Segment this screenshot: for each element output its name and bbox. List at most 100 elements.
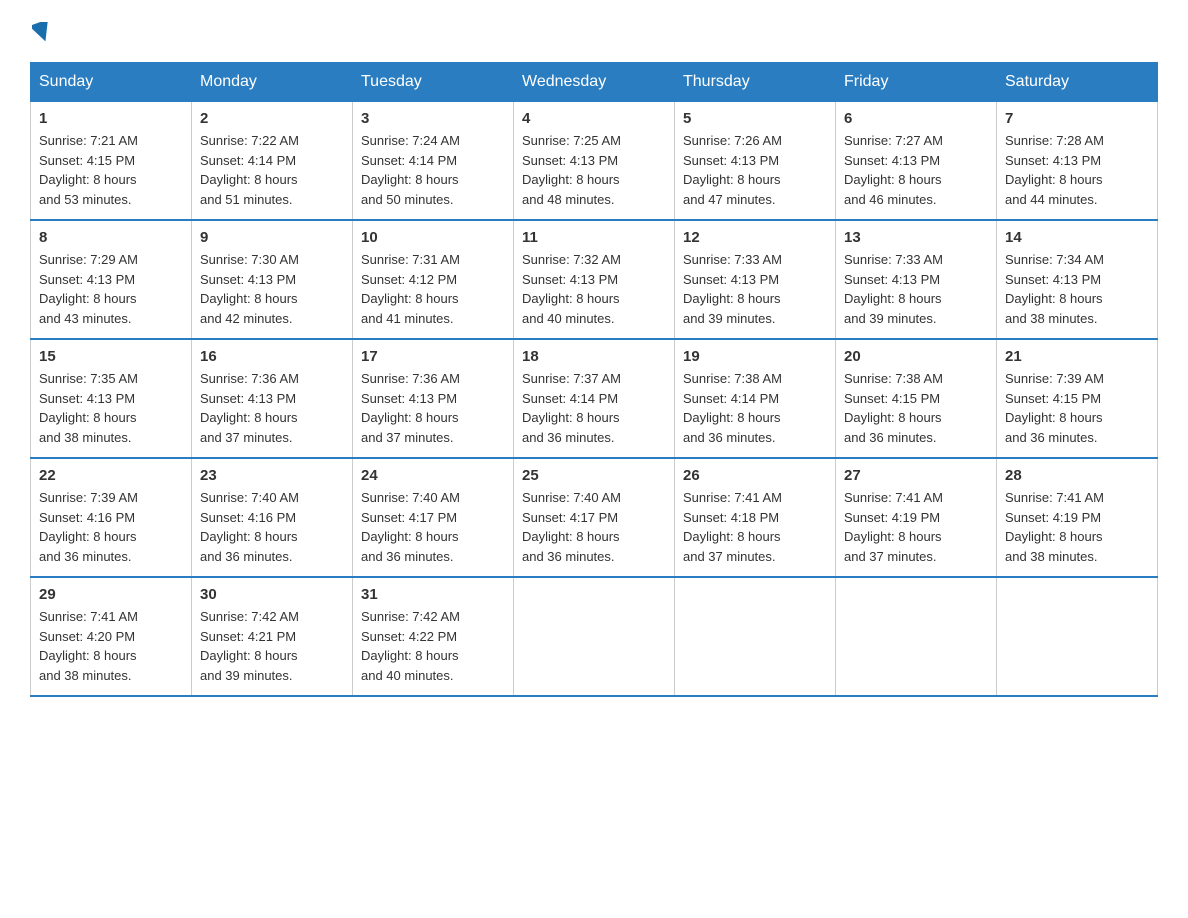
weekday-header-monday: Monday	[192, 63, 353, 102]
calendar-cell: 10 Sunrise: 7:31 AM Sunset: 4:12 PM Dayl…	[353, 220, 514, 339]
calendar-cell: 26 Sunrise: 7:41 AM Sunset: 4:18 PM Dayl…	[675, 458, 836, 577]
calendar-cell	[997, 577, 1158, 696]
day-number: 14	[1005, 229, 1149, 246]
calendar-week-5: 29 Sunrise: 7:41 AM Sunset: 4:20 PM Dayl…	[31, 577, 1158, 696]
calendar-cell: 22 Sunrise: 7:39 AM Sunset: 4:16 PM Dayl…	[31, 458, 192, 577]
calendar-week-3: 15 Sunrise: 7:35 AM Sunset: 4:13 PM Dayl…	[31, 339, 1158, 458]
logo-triangle-icon	[32, 22, 52, 42]
calendar-week-4: 22 Sunrise: 7:39 AM Sunset: 4:16 PM Dayl…	[31, 458, 1158, 577]
calendar-cell: 7 Sunrise: 7:28 AM Sunset: 4:13 PM Dayli…	[997, 102, 1158, 221]
weekday-header-saturday: Saturday	[997, 63, 1158, 102]
day-number: 11	[522, 229, 666, 246]
day-number: 1	[39, 110, 183, 127]
calendar-cell: 23 Sunrise: 7:40 AM Sunset: 4:16 PM Dayl…	[192, 458, 353, 577]
calendar-cell: 11 Sunrise: 7:32 AM Sunset: 4:13 PM Dayl…	[514, 220, 675, 339]
day-number: 12	[683, 229, 827, 246]
calendar-cell: 19 Sunrise: 7:38 AM Sunset: 4:14 PM Dayl…	[675, 339, 836, 458]
day-number: 17	[361, 348, 505, 365]
weekday-header-tuesday: Tuesday	[353, 63, 514, 102]
calendar-week-2: 8 Sunrise: 7:29 AM Sunset: 4:13 PM Dayli…	[31, 220, 1158, 339]
calendar-cell: 18 Sunrise: 7:37 AM Sunset: 4:14 PM Dayl…	[514, 339, 675, 458]
day-info: Sunrise: 7:25 AM Sunset: 4:13 PM Dayligh…	[522, 131, 666, 209]
day-info: Sunrise: 7:21 AM Sunset: 4:15 PM Dayligh…	[39, 131, 183, 209]
calendar-cell	[675, 577, 836, 696]
calendar-cell: 17 Sunrise: 7:36 AM Sunset: 4:13 PM Dayl…	[353, 339, 514, 458]
weekday-header-wednesday: Wednesday	[514, 63, 675, 102]
day-number: 6	[844, 110, 988, 127]
calendar-cell: 6 Sunrise: 7:27 AM Sunset: 4:13 PM Dayli…	[836, 102, 997, 221]
calendar-cell: 3 Sunrise: 7:24 AM Sunset: 4:14 PM Dayli…	[353, 102, 514, 221]
day-number: 2	[200, 110, 344, 127]
calendar-cell: 14 Sunrise: 7:34 AM Sunset: 4:13 PM Dayl…	[997, 220, 1158, 339]
weekday-header-sunday: Sunday	[31, 63, 192, 102]
day-info: Sunrise: 7:41 AM Sunset: 4:19 PM Dayligh…	[844, 488, 988, 566]
day-info: Sunrise: 7:42 AM Sunset: 4:21 PM Dayligh…	[200, 607, 344, 685]
weekday-header-thursday: Thursday	[675, 63, 836, 102]
day-info: Sunrise: 7:36 AM Sunset: 4:13 PM Dayligh…	[361, 369, 505, 447]
day-number: 9	[200, 229, 344, 246]
calendar-cell: 21 Sunrise: 7:39 AM Sunset: 4:15 PM Dayl…	[997, 339, 1158, 458]
calendar-cell: 9 Sunrise: 7:30 AM Sunset: 4:13 PM Dayli…	[192, 220, 353, 339]
calendar-cell: 16 Sunrise: 7:36 AM Sunset: 4:13 PM Dayl…	[192, 339, 353, 458]
day-number: 10	[361, 229, 505, 246]
day-number: 13	[844, 229, 988, 246]
calendar-cell: 25 Sunrise: 7:40 AM Sunset: 4:17 PM Dayl…	[514, 458, 675, 577]
day-number: 28	[1005, 467, 1149, 484]
day-info: Sunrise: 7:42 AM Sunset: 4:22 PM Dayligh…	[361, 607, 505, 685]
day-number: 15	[39, 348, 183, 365]
day-info: Sunrise: 7:38 AM Sunset: 4:15 PM Dayligh…	[844, 369, 988, 447]
calendar-body: 1 Sunrise: 7:21 AM Sunset: 4:15 PM Dayli…	[31, 102, 1158, 697]
day-info: Sunrise: 7:37 AM Sunset: 4:14 PM Dayligh…	[522, 369, 666, 447]
calendar-cell: 5 Sunrise: 7:26 AM Sunset: 4:13 PM Dayli…	[675, 102, 836, 221]
day-info: Sunrise: 7:41 AM Sunset: 4:18 PM Dayligh…	[683, 488, 827, 566]
day-info: Sunrise: 7:33 AM Sunset: 4:13 PM Dayligh…	[844, 250, 988, 328]
day-number: 21	[1005, 348, 1149, 365]
logo	[30, 20, 52, 42]
calendar-cell	[836, 577, 997, 696]
day-number: 30	[200, 586, 344, 603]
calendar-cell: 2 Sunrise: 7:22 AM Sunset: 4:14 PM Dayli…	[192, 102, 353, 221]
calendar-cell: 4 Sunrise: 7:25 AM Sunset: 4:13 PM Dayli…	[514, 102, 675, 221]
day-number: 19	[683, 348, 827, 365]
calendar-cell: 12 Sunrise: 7:33 AM Sunset: 4:13 PM Dayl…	[675, 220, 836, 339]
day-number: 25	[522, 467, 666, 484]
calendar-cell: 1 Sunrise: 7:21 AM Sunset: 4:15 PM Dayli…	[31, 102, 192, 221]
day-number: 4	[522, 110, 666, 127]
day-number: 7	[1005, 110, 1149, 127]
day-info: Sunrise: 7:33 AM Sunset: 4:13 PM Dayligh…	[683, 250, 827, 328]
day-number: 20	[844, 348, 988, 365]
calendar-cell: 8 Sunrise: 7:29 AM Sunset: 4:13 PM Dayli…	[31, 220, 192, 339]
day-number: 27	[844, 467, 988, 484]
day-info: Sunrise: 7:35 AM Sunset: 4:13 PM Dayligh…	[39, 369, 183, 447]
day-info: Sunrise: 7:39 AM Sunset: 4:16 PM Dayligh…	[39, 488, 183, 566]
day-info: Sunrise: 7:36 AM Sunset: 4:13 PM Dayligh…	[200, 369, 344, 447]
day-info: Sunrise: 7:40 AM Sunset: 4:17 PM Dayligh…	[361, 488, 505, 566]
day-number: 5	[683, 110, 827, 127]
day-info: Sunrise: 7:41 AM Sunset: 4:20 PM Dayligh…	[39, 607, 183, 685]
calendar-cell: 28 Sunrise: 7:41 AM Sunset: 4:19 PM Dayl…	[997, 458, 1158, 577]
day-info: Sunrise: 7:22 AM Sunset: 4:14 PM Dayligh…	[200, 131, 344, 209]
day-info: Sunrise: 7:26 AM Sunset: 4:13 PM Dayligh…	[683, 131, 827, 209]
calendar-cell: 13 Sunrise: 7:33 AM Sunset: 4:13 PM Dayl…	[836, 220, 997, 339]
calendar-cell	[514, 577, 675, 696]
calendar-table: SundayMondayTuesdayWednesdayThursdayFrid…	[30, 62, 1158, 697]
calendar-cell: 30 Sunrise: 7:42 AM Sunset: 4:21 PM Dayl…	[192, 577, 353, 696]
calendar-cell: 29 Sunrise: 7:41 AM Sunset: 4:20 PM Dayl…	[31, 577, 192, 696]
day-number: 8	[39, 229, 183, 246]
weekday-header-friday: Friday	[836, 63, 997, 102]
calendar-cell: 27 Sunrise: 7:41 AM Sunset: 4:19 PM Dayl…	[836, 458, 997, 577]
day-number: 31	[361, 586, 505, 603]
calendar-cell: 20 Sunrise: 7:38 AM Sunset: 4:15 PM Dayl…	[836, 339, 997, 458]
page-header	[30, 20, 1158, 42]
day-info: Sunrise: 7:40 AM Sunset: 4:17 PM Dayligh…	[522, 488, 666, 566]
day-info: Sunrise: 7:24 AM Sunset: 4:14 PM Dayligh…	[361, 131, 505, 209]
calendar-week-1: 1 Sunrise: 7:21 AM Sunset: 4:15 PM Dayli…	[31, 102, 1158, 221]
day-info: Sunrise: 7:40 AM Sunset: 4:16 PM Dayligh…	[200, 488, 344, 566]
day-info: Sunrise: 7:34 AM Sunset: 4:13 PM Dayligh…	[1005, 250, 1149, 328]
calendar-header: SundayMondayTuesdayWednesdayThursdayFrid…	[31, 63, 1158, 102]
day-info: Sunrise: 7:27 AM Sunset: 4:13 PM Dayligh…	[844, 131, 988, 209]
day-info: Sunrise: 7:41 AM Sunset: 4:19 PM Dayligh…	[1005, 488, 1149, 566]
day-info: Sunrise: 7:32 AM Sunset: 4:13 PM Dayligh…	[522, 250, 666, 328]
day-number: 3	[361, 110, 505, 127]
day-info: Sunrise: 7:39 AM Sunset: 4:15 PM Dayligh…	[1005, 369, 1149, 447]
